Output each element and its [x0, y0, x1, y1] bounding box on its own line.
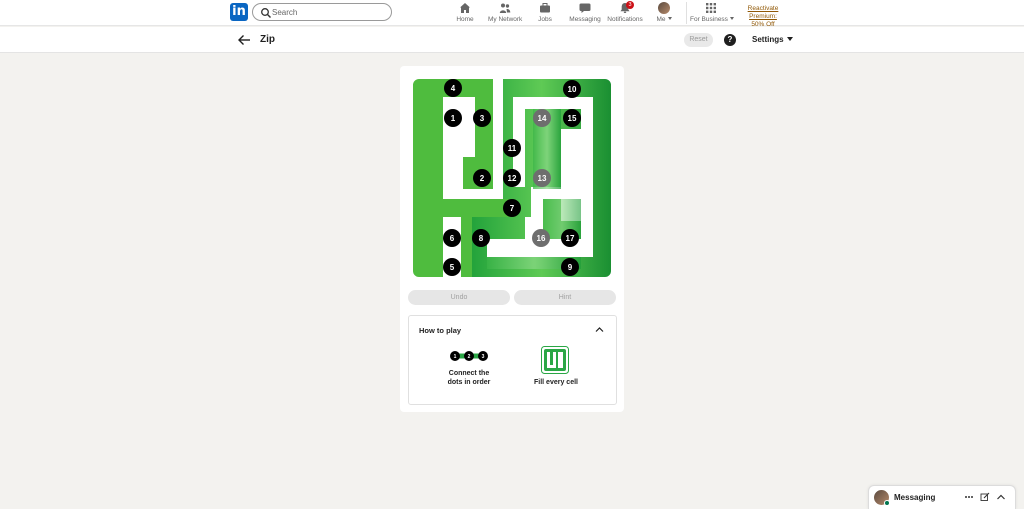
caret-down-icon [786, 37, 793, 41]
help-icon[interactable]: ? [724, 34, 736, 46]
dot-8[interactable]: 8 [472, 229, 490, 247]
dot-12[interactable]: 12 [503, 169, 521, 187]
nav-label: Me [652, 16, 676, 23]
home-icon [460, 3, 470, 13]
nav-label: Jobs [538, 16, 552, 23]
svg-text:14: 14 [538, 114, 547, 123]
nav-label: Messaging [569, 16, 601, 23]
svg-text:16: 16 [537, 234, 546, 243]
nav-label: For Business [690, 16, 734, 23]
fill-every-cell-icon [541, 346, 569, 374]
svg-text:6: 6 [450, 234, 455, 243]
dot-4[interactable]: 4 [444, 79, 462, 97]
dot-16[interactable]: 16 [532, 229, 550, 247]
page-title: Zip [260, 34, 275, 45]
svg-text:13: 13 [538, 174, 547, 183]
caption-line: dots in order [447, 379, 491, 386]
svg-text:2: 2 [480, 174, 485, 183]
nav-home[interactable]: Home [453, 2, 477, 24]
chevron-up-icon[interactable] [996, 492, 1006, 502]
dot-6[interactable]: 6 [443, 229, 461, 247]
avatar [658, 2, 670, 14]
hint-button[interactable]: Hint [514, 290, 616, 305]
nav-for-business[interactable]: For Business [690, 2, 734, 24]
dot-5[interactable]: 5 [443, 258, 461, 276]
search-icon [261, 8, 271, 18]
connect-dots-caption: Connect the dots in order [440, 369, 498, 387]
dot-7[interactable]: 7 [503, 199, 521, 217]
zip-puzzle-board[interactable]: 1 2 3 4 5 6 7 8 9 10 11 12 13 14 15 16 1… [413, 79, 611, 277]
svg-text:3: 3 [482, 354, 485, 360]
svg-text:15: 15 [568, 114, 577, 123]
dot-10[interactable]: 10 [563, 80, 581, 98]
premium-line-1: Reactivate Premium: [747, 5, 779, 20]
game-header: Zip Reset ? Settings [0, 27, 1024, 53]
briefcase-icon [540, 3, 550, 13]
back-arrow-icon[interactable] [237, 33, 251, 47]
svg-text:10: 10 [568, 85, 577, 94]
nav-me[interactable]: Me [652, 2, 676, 24]
nav-my-network[interactable]: My Network [488, 2, 522, 24]
nav-jobs[interactable]: Jobs [534, 2, 556, 24]
svg-text:4: 4 [451, 84, 456, 93]
svg-text:12: 12 [508, 174, 517, 183]
dot-15[interactable]: 15 [563, 109, 581, 127]
grid-icon [706, 3, 716, 13]
nav-label: Home [456, 16, 474, 23]
caption-line: Connect the [448, 370, 490, 377]
dot-17[interactable]: 17 [561, 229, 579, 247]
caret-down-icon [667, 17, 672, 20]
dot-11[interactable]: 11 [503, 139, 521, 157]
nav-notifications[interactable]: 3 Notifications [607, 1, 643, 24]
dot-9[interactable]: 9 [561, 258, 579, 276]
chat-icon [579, 3, 591, 13]
svg-text:17: 17 [566, 234, 575, 243]
chevron-up-icon[interactable] [595, 325, 604, 334]
nav-label: My Network [488, 16, 523, 23]
dot-3[interactable]: 3 [473, 109, 491, 127]
svg-text:2: 2 [468, 354, 471, 360]
nav-divider [686, 2, 687, 24]
settings-label: Settings [752, 35, 784, 44]
svg-text:3: 3 [480, 114, 485, 123]
more-options-icon[interactable] [964, 492, 974, 502]
reset-button[interactable]: Reset [684, 33, 713, 47]
dot-14[interactable]: 14 [533, 109, 551, 127]
notification-badge: 3 [626, 1, 634, 9]
dot-2[interactable]: 2 [473, 169, 491, 187]
nav-messaging[interactable]: Messaging [569, 2, 601, 24]
dot-13[interactable]: 13 [533, 169, 551, 187]
svg-text:9: 9 [568, 263, 573, 272]
nav-label: Notifications [607, 16, 643, 23]
settings-menu[interactable]: Settings [752, 35, 793, 44]
network-icon [499, 3, 511, 13]
search-input[interactable] [272, 5, 387, 19]
svg-text:11: 11 [508, 144, 517, 153]
demo-dots: 1 2 3 [450, 351, 488, 361]
linkedin-logo[interactable]: in [230, 3, 248, 21]
svg-text:7: 7 [510, 204, 515, 213]
search-box[interactable] [252, 3, 392, 21]
fill-every-cell-caption: Fill every cell [534, 379, 578, 386]
messaging-title: Messaging [894, 493, 936, 502]
reactivate-premium-link[interactable]: Reactivate Premium: 50% Off [733, 5, 793, 29]
dot-1[interactable]: 1 [444, 109, 462, 127]
svg-text:8: 8 [479, 234, 484, 243]
svg-text:1: 1 [454, 354, 457, 360]
svg-text:5: 5 [450, 263, 455, 272]
svg-text:1: 1 [451, 114, 456, 123]
top-navigation-bar: in Home My Network Jobs Messaging 3 Noti… [0, 0, 1024, 29]
how-to-play-panel: How to play [408, 315, 617, 405]
undo-button[interactable]: Undo [408, 290, 510, 305]
how-to-play-title: How to play [419, 326, 462, 335]
compose-icon[interactable] [980, 492, 990, 502]
online-status-indicator [884, 500, 890, 506]
messaging-overlay[interactable]: Messaging [868, 485, 1016, 509]
